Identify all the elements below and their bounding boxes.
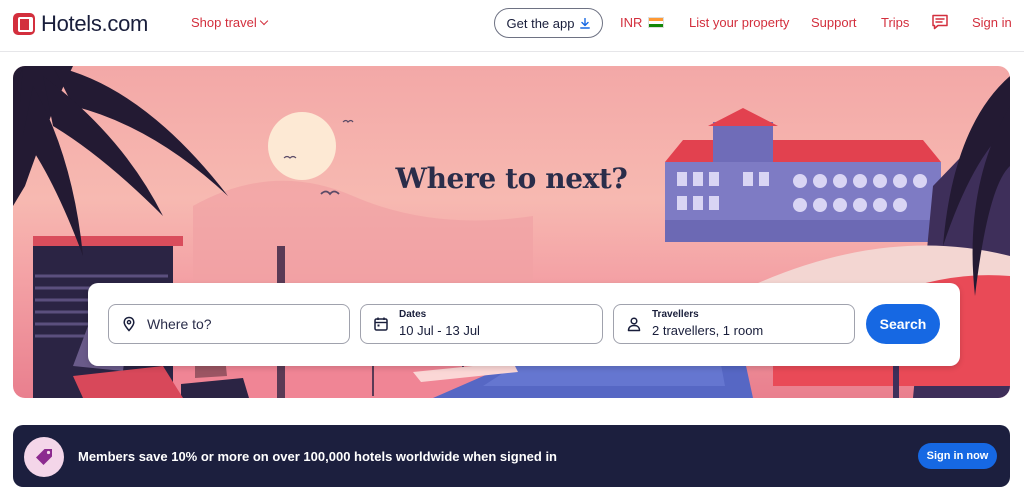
dates-value: 10 Jul - 13 Jul: [399, 322, 480, 338]
india-flag-icon: [648, 17, 665, 28]
logo-text: Hotels.com: [41, 11, 149, 36]
dates-field[interactable]: Dates 10 Jul - 13 Jul: [360, 304, 603, 344]
trips-link[interactable]: Trips: [881, 15, 909, 30]
search-button[interactable]: Search: [866, 304, 940, 344]
list-your-property-link[interactable]: List your property: [689, 15, 789, 30]
travellers-field[interactable]: Travellers 2 travellers, 1 room: [613, 304, 855, 344]
get-the-app-button[interactable]: Get the app: [494, 8, 603, 38]
hero-title: Where to next?: [395, 162, 628, 195]
search-form: Where to? Dates 10 Jul - 13 Jul Travelle…: [88, 283, 960, 366]
hero-banner: Where to next? Where to? Dates 10 Jul - …: [13, 66, 1010, 398]
calendar-icon: [373, 316, 389, 332]
hotels-logo[interactable]: Hotels.com: [13, 11, 148, 37]
location-pin-icon: [121, 316, 137, 332]
sign-in-link[interactable]: Sign in: [972, 15, 1012, 30]
shop-travel-menu[interactable]: Shop travel: [191, 15, 269, 30]
dates-label: Dates: [399, 309, 427, 321]
price-tag-icon: [24, 437, 64, 477]
members-banner-text: Members save 10% or more on over 100,000…: [78, 449, 557, 464]
download-icon: [580, 17, 591, 29]
currency-label: INR: [620, 15, 643, 30]
travellers-text: Travellers 2 travellers, 1 room: [652, 309, 763, 338]
travellers-label: Travellers: [652, 309, 699, 321]
sign-in-now-button[interactable]: Sign in now: [918, 443, 997, 469]
support-link[interactable]: Support: [811, 15, 857, 30]
person-icon: [626, 316, 642, 332]
chevron-down-icon: [259, 16, 269, 25]
travellers-value: 2 travellers, 1 room: [652, 322, 764, 338]
shop-travel-label: Shop travel: [191, 15, 257, 30]
destination-placeholder: Where to?: [147, 316, 212, 332]
chat-icon[interactable]: [931, 14, 949, 30]
top-nav: Hotels.com Shop travel Get the app INR L…: [0, 0, 1024, 52]
get-the-app-label: Get the app: [506, 15, 575, 31]
hotels-logo-icon: [13, 13, 35, 35]
destination-field[interactable]: Where to?: [108, 304, 350, 344]
currency-selector[interactable]: INR: [620, 15, 665, 30]
dates-text: Dates 10 Jul - 13 Jul: [399, 309, 480, 338]
members-banner: Members save 10% or more on over 100,000…: [13, 425, 1010, 487]
